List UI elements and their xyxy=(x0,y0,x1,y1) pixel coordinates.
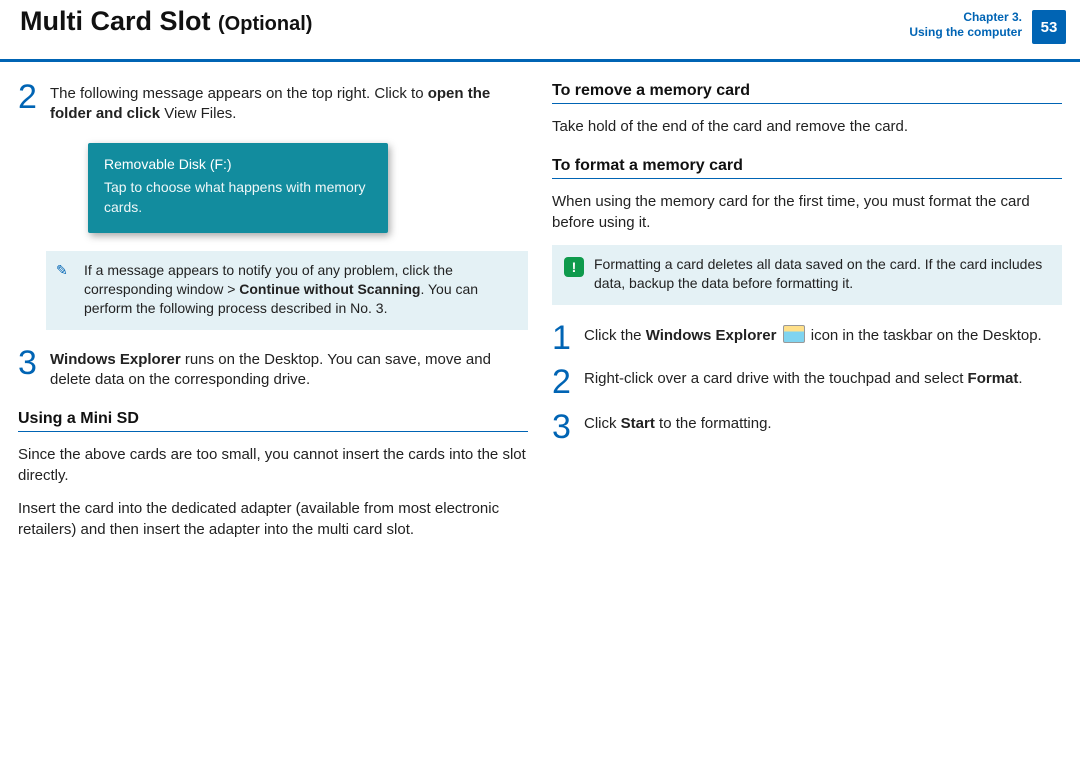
step-2: 2 The following message appears on the t… xyxy=(18,82,528,125)
heading-remove-card: To remove a memory card xyxy=(552,82,1062,104)
heading-format-card: To format a memory card xyxy=(552,157,1062,179)
chapter-info: Chapter 3. Using the computer xyxy=(909,10,1022,40)
step-number: 3 xyxy=(552,412,574,443)
page-title: Multi Card Slot (Optional) xyxy=(20,6,312,37)
step-number: 1 xyxy=(552,323,574,354)
step-text: Click Start to the formatting. xyxy=(584,412,772,443)
popup-body: Tap to choose what happens with memory c… xyxy=(104,178,372,217)
step-3: 3 Windows Explorer runs on the Desktop. … xyxy=(18,348,528,391)
right-column: To remove a memory card Take hold of the… xyxy=(552,82,1062,552)
mini-sd-p2: Insert the card into the dedicated adapt… xyxy=(18,498,528,540)
left-column: 2 The following message appears on the t… xyxy=(18,82,528,552)
step-text: The following message appears on the top… xyxy=(50,82,528,125)
popup-title: Removable Disk (F:) xyxy=(104,155,372,175)
warning-icon: ! xyxy=(564,257,584,277)
pen-icon: ✎ xyxy=(56,262,68,278)
step-number: 2 xyxy=(18,82,40,125)
windows-explorer-icon xyxy=(783,325,805,343)
page-number: 53 xyxy=(1032,10,1066,44)
title-main: Multi Card Slot xyxy=(20,6,211,36)
step-number: 2 xyxy=(552,367,574,398)
title-optional: (Optional) xyxy=(218,13,312,35)
note-box: ✎ If a message appears to notify you of … xyxy=(46,251,528,330)
removable-disk-popup: Removable Disk (F:) Tap to choose what h… xyxy=(88,143,388,234)
format-step-2: 2 Right-click over a card drive with the… xyxy=(552,367,1062,398)
note-icon: ✎ xyxy=(56,261,74,318)
format-step-1: 1 Click the Windows Explorer icon in the… xyxy=(552,323,1062,354)
page-header: Multi Card Slot (Optional) Chapter 3. Us… xyxy=(0,0,1080,62)
step-text: Windows Explorer runs on the Desktop. Yo… xyxy=(50,348,528,391)
mini-sd-p1: Since the above cards are too small, you… xyxy=(18,444,528,486)
step-text: Right-click over a card drive with the t… xyxy=(584,367,1023,398)
step-number: 3 xyxy=(18,348,40,391)
note-text: If a message appears to notify you of an… xyxy=(84,261,514,318)
chapter-line2: Using the computer xyxy=(909,25,1022,40)
chapter-line1: Chapter 3. xyxy=(909,10,1022,25)
format-card-text: When using the memory card for the first… xyxy=(552,191,1062,233)
remove-card-text: Take hold of the end of the card and rem… xyxy=(552,116,1062,137)
warning-box: ! Formatting a card deletes all data sav… xyxy=(552,245,1062,305)
format-step-3: 3 Click Start to the formatting. xyxy=(552,412,1062,443)
heading-mini-sd: Using a Mini SD xyxy=(18,410,528,432)
warning-text: Formatting a card deletes all data saved… xyxy=(594,255,1048,293)
page-body: 2 The following message appears on the t… xyxy=(0,62,1080,552)
step-text: Click the Windows Explorer icon in the t… xyxy=(584,323,1042,354)
